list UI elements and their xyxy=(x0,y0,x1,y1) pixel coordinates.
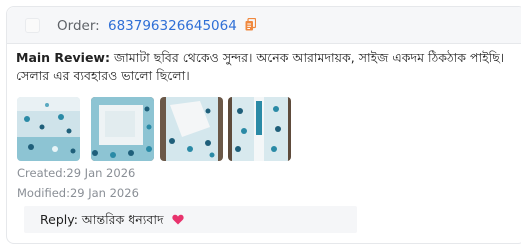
reply-text: আন্তরিক ধন্যবাদ xyxy=(81,212,164,227)
heart-icon xyxy=(171,207,184,234)
main-review-label: Main Review: xyxy=(16,50,110,65)
modified-date: Modified:29 Jan 2026 xyxy=(17,186,139,200)
order-label: Order: xyxy=(57,18,100,34)
order-number-link[interactable]: 683796326645064 xyxy=(108,18,237,34)
review-image-2[interactable] xyxy=(91,97,154,161)
order-info: Order: 683796326645064 xyxy=(57,16,257,36)
reply-label: Reply: xyxy=(40,212,78,227)
copy-icon[interactable] xyxy=(245,18,257,31)
review-image-3[interactable] xyxy=(160,97,223,161)
select-checkbox[interactable] xyxy=(25,18,40,33)
created-date: Created:29 Jan 2026 xyxy=(17,166,136,180)
order-header: Order: 683796326645064 xyxy=(7,7,521,44)
review-image-1[interactable] xyxy=(17,97,80,161)
main-review: Main Review: জামাটা ছবির থেকেও সুন্দর। অ… xyxy=(16,49,506,85)
review-image-4[interactable] xyxy=(228,97,291,161)
seller-reply: Reply: আন্তরিক ধন্যবাদ xyxy=(24,206,357,233)
